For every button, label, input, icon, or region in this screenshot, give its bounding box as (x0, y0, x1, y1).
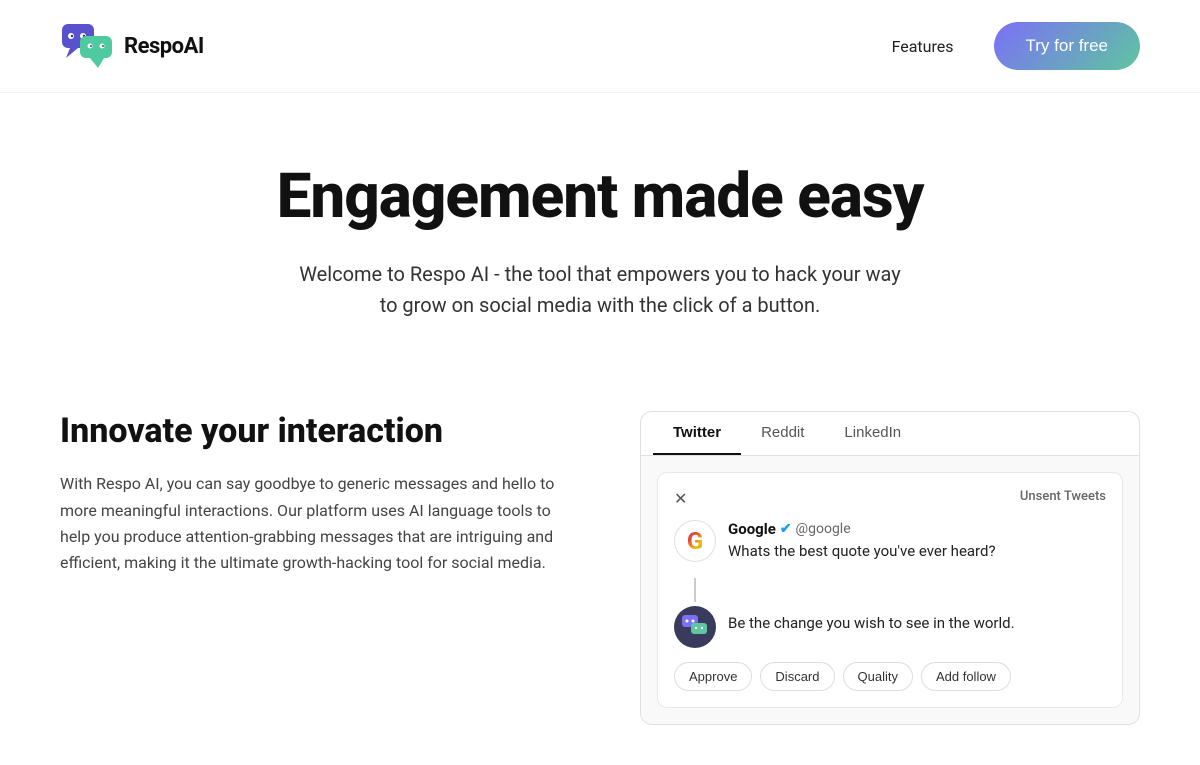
add-follow-button[interactable]: Add follow (921, 662, 1011, 691)
features-body: With Respo AI, you can say goodbye to ge… (60, 471, 580, 577)
close-icon[interactable]: ✕ (674, 489, 687, 508)
thread-connector-line (694, 578, 696, 602)
features-text-block: Innovate your interaction With Respo AI,… (60, 411, 580, 577)
features-link[interactable]: Features (892, 37, 954, 56)
tweet-text: Whats the best quote you've ever heard? (728, 542, 996, 560)
unsent-tweets-label: Unsent Tweets (1020, 489, 1106, 504)
tweet-card-header: ✕ Unsent Tweets (674, 489, 1106, 508)
action-buttons-row: Approve Discard Quality Add follow (674, 662, 1106, 691)
logo[interactable]: RespoAI (60, 18, 204, 74)
respo-avatar (674, 606, 716, 648)
hero-heading: Engagement made easy (60, 163, 1140, 231)
tab-twitter[interactable]: Twitter (653, 412, 741, 455)
tweet-body: Google ✔ @google Whats the best quote yo… (728, 520, 996, 562)
original-tweet: G Google ✔ @google Whats the best quote … (674, 520, 1106, 562)
logo-text: RespoAI (124, 34, 204, 59)
verified-badge-icon: ✔ (780, 521, 792, 537)
tweet-author-name: Google (728, 520, 776, 538)
navbar: RespoAI Features Try for free (0, 0, 1200, 93)
tab-reddit[interactable]: Reddit (741, 412, 824, 455)
tab-linkedin[interactable]: LinkedIn (824, 412, 921, 455)
respo-avatar-icon (681, 613, 709, 641)
try-for-free-button[interactable]: Try for free (994, 22, 1141, 70)
platform-tabs: Twitter Reddit LinkedIn (641, 412, 1139, 456)
tweet-author-line: Google ✔ @google (728, 520, 996, 538)
panel-content: ✕ Unsent Tweets G Google ✔ @google Wh (641, 456, 1139, 724)
reply-text: Be the change you wish to see in the wor… (728, 606, 1015, 632)
features-section: Innovate your interaction With Respo AI,… (0, 381, 1200, 765)
discard-button[interactable]: Discard (760, 662, 834, 691)
google-avatar: G (674, 520, 716, 562)
reply-row: Be the change you wish to see in the wor… (674, 606, 1106, 648)
features-heading: Innovate your interaction (60, 411, 580, 451)
tweet-handle: @google (796, 521, 851, 537)
google-g-letter: G (687, 527, 703, 555)
hero-section: Engagement made easy Welcome to Respo AI… (0, 93, 1200, 381)
nav-right: Features Try for free (892, 22, 1140, 70)
hero-subtext: Welcome to Respo AI - the tool that empo… (290, 259, 910, 321)
platform-panel: Twitter Reddit LinkedIn ✕ Unsent Tweets … (640, 411, 1140, 725)
approve-button[interactable]: Approve (674, 662, 752, 691)
quality-button[interactable]: Quality (843, 662, 913, 691)
tweet-card: ✕ Unsent Tweets G Google ✔ @google Wh (657, 472, 1123, 708)
logo-icon (60, 18, 116, 74)
